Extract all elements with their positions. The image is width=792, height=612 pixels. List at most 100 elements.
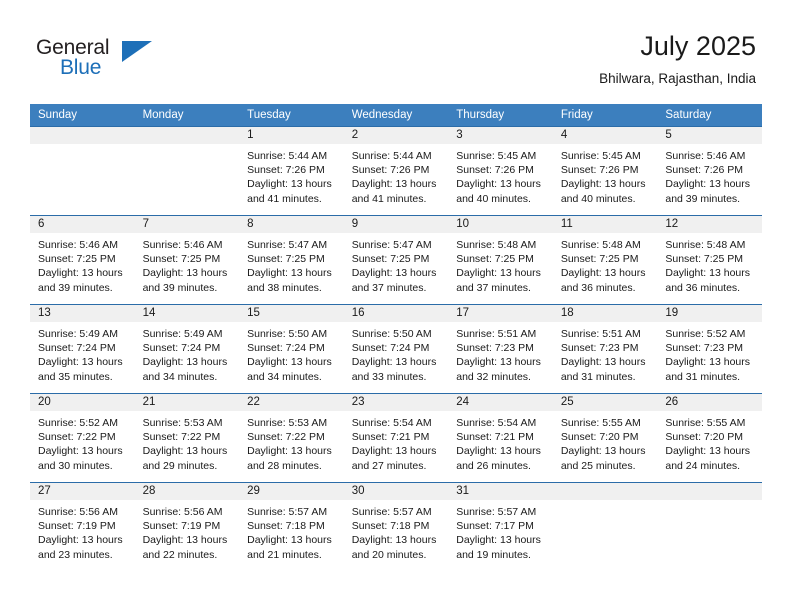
sunrise-text: Sunrise: 5:52 AM — [38, 417, 118, 429]
day-number: 13 — [30, 305, 135, 322]
day-cell[interactable]: 16 Sunrise: 5:50 AM Sunset: 7:24 PM Dayl… — [343, 304, 449, 394]
day-number: 12 — [657, 216, 762, 233]
daylight-text: Daylight: 13 hours and 36 minutes. — [560, 267, 646, 294]
day-number — [552, 483, 658, 500]
day-cell[interactable]: 2 Sunrise: 5:44 AM Sunset: 7:26 PM Dayli… — [343, 126, 449, 216]
day-cell[interactable]: 30 Sunrise: 5:57 AM Sunset: 7:18 PM Dayl… — [343, 482, 449, 571]
daylight-text: Daylight: 13 hours and 39 minutes. — [142, 267, 228, 294]
dow-header-friday: Friday — [552, 104, 658, 127]
day-details: Sunrise: 5:54 AM Sunset: 7:21 PM Dayligh… — [344, 411, 449, 473]
sunrise-text: Sunrise: 5:46 AM — [38, 239, 118, 251]
day-cell[interactable]: 6 Sunrise: 5:46 AM Sunset: 7:25 PM Dayli… — [30, 215, 135, 305]
daylight-text: Daylight: 13 hours and 24 minutes. — [665, 445, 751, 472]
day-details: Sunrise: 5:54 AM Sunset: 7:21 PM Dayligh… — [448, 411, 553, 473]
sunrise-text: Sunrise: 5:49 AM — [142, 328, 223, 340]
day-number: 5 — [657, 127, 762, 144]
day-cell[interactable]: 26 Sunrise: 5:55 AM Sunset: 7:20 PM Dayl… — [657, 393, 762, 483]
daylight-text: Daylight: 13 hours and 33 minutes. — [351, 356, 437, 383]
day-details: Sunrise: 5:55 AM Sunset: 7:20 PM Dayligh… — [553, 411, 658, 473]
day-cell[interactable]: 21 Sunrise: 5:53 AM Sunset: 7:22 PM Dayl… — [134, 393, 240, 483]
daylight-text: Daylight: 13 hours and 34 minutes. — [247, 356, 332, 383]
sunrise-text: Sunrise: 5:57 AM — [247, 506, 328, 518]
dow-header-wednesday: Wednesday — [343, 104, 449, 127]
sunrise-text: Sunrise: 5:50 AM — [351, 328, 432, 340]
day-cell[interactable]: 15 Sunrise: 5:50 AM Sunset: 7:24 PM Dayl… — [239, 304, 344, 394]
day-number: 1 — [239, 127, 344, 144]
daylight-text: Daylight: 13 hours and 40 minutes. — [456, 178, 541, 205]
day-cell[interactable]: 19 Sunrise: 5:52 AM Sunset: 7:23 PM Dayl… — [657, 304, 762, 394]
sunrise-text: Sunrise: 5:53 AM — [142, 417, 223, 429]
day-cell[interactable] — [552, 482, 658, 571]
daylight-text: Daylight: 13 hours and 36 minutes. — [665, 267, 751, 294]
day-cell[interactable]: 18 Sunrise: 5:51 AM Sunset: 7:23 PM Dayl… — [552, 304, 658, 394]
sunrise-text: Sunrise: 5:57 AM — [456, 506, 537, 518]
sunset-text: Sunset: 7:20 PM — [560, 431, 639, 444]
day-number — [30, 127, 135, 144]
daylight-text: Daylight: 13 hours and 28 minutes. — [247, 445, 332, 472]
day-details: Sunrise: 5:53 AM Sunset: 7:22 PM Dayligh… — [135, 411, 240, 473]
day-cell[interactable]: 31 Sunrise: 5:57 AM Sunset: 7:17 PM Dayl… — [448, 482, 553, 571]
sunset-text: Sunset: 7:22 PM — [142, 431, 221, 444]
day-cell[interactable]: 24 Sunrise: 5:54 AM Sunset: 7:21 PM Dayl… — [448, 393, 553, 483]
day-cell[interactable]: 11 Sunrise: 5:48 AM Sunset: 7:25 PM Dayl… — [552, 215, 658, 305]
day-cell[interactable]: 17 Sunrise: 5:51 AM Sunset: 7:23 PM Dayl… — [448, 304, 553, 394]
day-details: Sunrise: 5:50 AM Sunset: 7:24 PM Dayligh… — [239, 322, 344, 384]
day-cell[interactable]: 25 Sunrise: 5:55 AM Sunset: 7:20 PM Dayl… — [552, 393, 658, 483]
generalblue-logo[interactable]: General Blue — [36, 36, 156, 84]
day-number: 22 — [239, 394, 344, 411]
daylight-text: Daylight: 13 hours and 37 minutes. — [456, 267, 541, 294]
day-cell[interactable]: 1 Sunrise: 5:44 AM Sunset: 7:26 PM Dayli… — [239, 126, 344, 216]
daylight-text: Daylight: 13 hours and 39 minutes. — [665, 178, 751, 205]
day-cell[interactable]: 23 Sunrise: 5:54 AM Sunset: 7:21 PM Dayl… — [343, 393, 449, 483]
day-cell[interactable]: 20 Sunrise: 5:52 AM Sunset: 7:22 PM Dayl… — [30, 393, 135, 483]
daylight-text: Daylight: 13 hours and 41 minutes. — [247, 178, 332, 205]
day-cell[interactable]: 3 Sunrise: 5:45 AM Sunset: 7:26 PM Dayli… — [448, 126, 553, 216]
sunrise-text: Sunrise: 5:52 AM — [665, 328, 746, 340]
day-cell[interactable]: 5 Sunrise: 5:46 AM Sunset: 7:26 PM Dayli… — [657, 126, 762, 216]
sunset-text: Sunset: 7:25 PM — [456, 253, 534, 266]
day-cell[interactable]: 10 Sunrise: 5:48 AM Sunset: 7:25 PM Dayl… — [448, 215, 553, 305]
calendar-week-row: 13 Sunrise: 5:49 AM Sunset: 7:24 PM Dayl… — [30, 304, 762, 394]
sunset-text: Sunset: 7:26 PM — [456, 164, 534, 177]
day-details: Sunrise: 5:47 AM Sunset: 7:25 PM Dayligh… — [239, 233, 344, 295]
day-cell[interactable]: 22 Sunrise: 5:53 AM Sunset: 7:22 PM Dayl… — [239, 393, 344, 483]
day-details: Sunrise: 5:44 AM Sunset: 7:26 PM Dayligh… — [344, 144, 449, 206]
day-number: 30 — [343, 483, 449, 500]
sunset-text: Sunset: 7:26 PM — [247, 164, 325, 177]
sunrise-text: Sunrise: 5:45 AM — [560, 150, 641, 162]
sunset-text: Sunset: 7:25 PM — [351, 253, 430, 266]
day-cell[interactable] — [30, 126, 135, 216]
day-cell[interactable]: 8 Sunrise: 5:47 AM Sunset: 7:25 PM Dayli… — [239, 215, 344, 305]
day-cell[interactable]: 13 Sunrise: 5:49 AM Sunset: 7:24 PM Dayl… — [30, 304, 135, 394]
sunset-text: Sunset: 7:24 PM — [142, 342, 221, 355]
sunset-text: Sunset: 7:18 PM — [351, 520, 430, 533]
page-subtitle: Bhilwara, Rajasthan, India — [599, 71, 756, 86]
sunset-text: Sunset: 7:26 PM — [351, 164, 430, 177]
day-cell[interactable] — [657, 482, 762, 571]
day-cell[interactable] — [134, 126, 240, 216]
day-number: 20 — [30, 394, 135, 411]
day-cell[interactable]: 12 Sunrise: 5:48 AM Sunset: 7:25 PM Dayl… — [657, 215, 762, 305]
sunset-text: Sunset: 7:20 PM — [665, 431, 744, 444]
day-cell[interactable]: 7 Sunrise: 5:46 AM Sunset: 7:25 PM Dayli… — [134, 215, 240, 305]
sunrise-text: Sunrise: 5:49 AM — [38, 328, 118, 340]
sunset-text: Sunset: 7:24 PM — [38, 342, 116, 355]
daylight-text: Daylight: 13 hours and 31 minutes. — [560, 356, 646, 383]
title-block: July 2025 Bhilwara, Rajasthan, India — [599, 30, 756, 88]
calendar-week-row: 27 Sunrise: 5:56 AM Sunset: 7:19 PM Dayl… — [30, 482, 762, 571]
day-number: 26 — [657, 394, 762, 411]
daylight-text: Daylight: 13 hours and 30 minutes. — [38, 445, 123, 472]
day-cell[interactable]: 9 Sunrise: 5:47 AM Sunset: 7:25 PM Dayli… — [343, 215, 449, 305]
daylight-text: Daylight: 13 hours and 29 minutes. — [142, 445, 228, 472]
day-details: Sunrise: 5:57 AM Sunset: 7:18 PM Dayligh… — [344, 500, 449, 562]
day-cell[interactable]: 14 Sunrise: 5:49 AM Sunset: 7:24 PM Dayl… — [134, 304, 240, 394]
day-cell[interactable]: 29 Sunrise: 5:57 AM Sunset: 7:18 PM Dayl… — [239, 482, 344, 571]
day-of-week-row: Sunday Monday Tuesday Wednesday Thursday… — [30, 104, 762, 127]
day-number: 16 — [343, 305, 449, 322]
day-cell[interactable]: 4 Sunrise: 5:45 AM Sunset: 7:26 PM Dayli… — [552, 126, 658, 216]
day-number: 23 — [343, 394, 449, 411]
day-cell[interactable]: 28 Sunrise: 5:56 AM Sunset: 7:19 PM Dayl… — [134, 482, 240, 571]
day-details — [30, 144, 135, 149]
sunrise-text: Sunrise: 5:46 AM — [665, 150, 746, 162]
day-cell[interactable]: 27 Sunrise: 5:56 AM Sunset: 7:19 PM Dayl… — [30, 482, 135, 571]
